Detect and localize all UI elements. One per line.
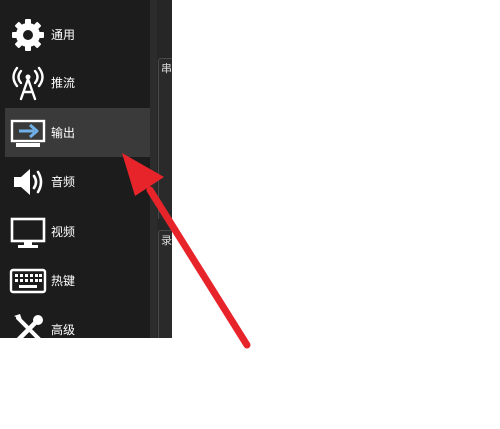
settings-sidebar: 通用 推流 输出 音频 视频 热键 高级 [0,0,150,338]
sidebar-item-label: 推流 [51,76,76,90]
sidebar-item-label: 音频 [51,175,76,189]
sidebar-item-label: 热键 [51,274,76,288]
keyboard-icon [8,261,48,301]
speaker-icon [8,162,48,202]
sidebar-item-label: 视频 [51,225,76,239]
tools-icon [8,310,48,338]
panel-tab-label[interactable]: 串 [161,60,172,76]
output-panel-edge [158,58,172,219]
gear-icon [8,15,48,55]
output-monitor-icon [8,113,48,153]
panel-tab-label[interactable]: 录 [161,232,172,248]
sidebar-item-label: 通用 [51,28,76,42]
sidebar-item-advanced[interactable]: 高级 [5,305,150,338]
broadcast-tower-icon [8,63,48,103]
sidebar-item-label: 高级 [51,323,76,337]
sidebar-item-label: 输出 [51,126,76,140]
sidebar-item-output[interactable]: 输出 [5,108,150,157]
sidebar-scrollbar[interactable] [150,0,157,338]
sidebar-item-video[interactable]: 视频 [5,207,150,256]
sidebar-item-general[interactable]: 通用 [5,10,150,59]
sidebar-item-hotkeys[interactable]: 热键 [5,256,150,305]
sidebar-item-stream[interactable]: 推流 [5,58,150,107]
settings-window: 通用 推流 输出 音频 视频 热键 高级 串 录 [0,0,172,338]
monitor-icon [8,212,48,252]
sidebar-item-audio[interactable]: 音频 [5,157,150,206]
